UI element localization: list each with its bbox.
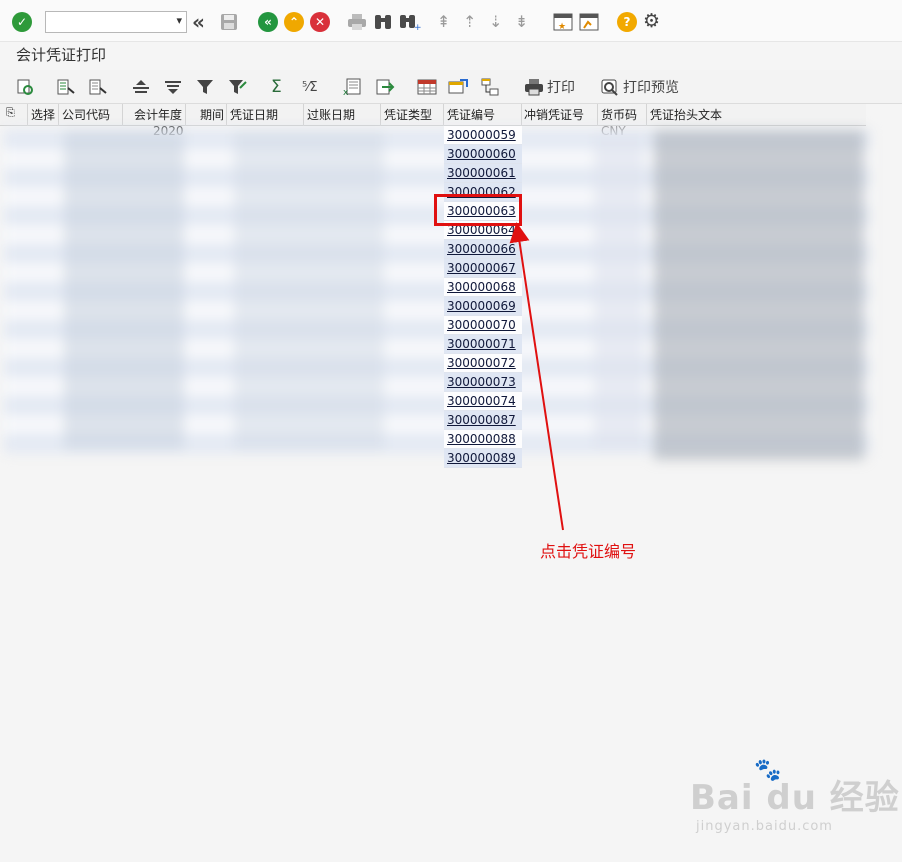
watermark: 🐾 Bai du 经验 jingyan.baidu.com [690, 758, 900, 834]
watermark-url: jingyan.baidu.com [696, 819, 833, 834]
watermark-logo: 🐾 Bai du 经验 [690, 758, 900, 818]
sap-window: { "window": { "title": "会计凭证打印" }, "tool… [0, 0, 902, 862]
annotation-arrow [509, 222, 564, 531]
annotation-label: 点击凭证编号 [540, 542, 637, 561]
paw-icon: 🐾 [754, 758, 783, 783]
